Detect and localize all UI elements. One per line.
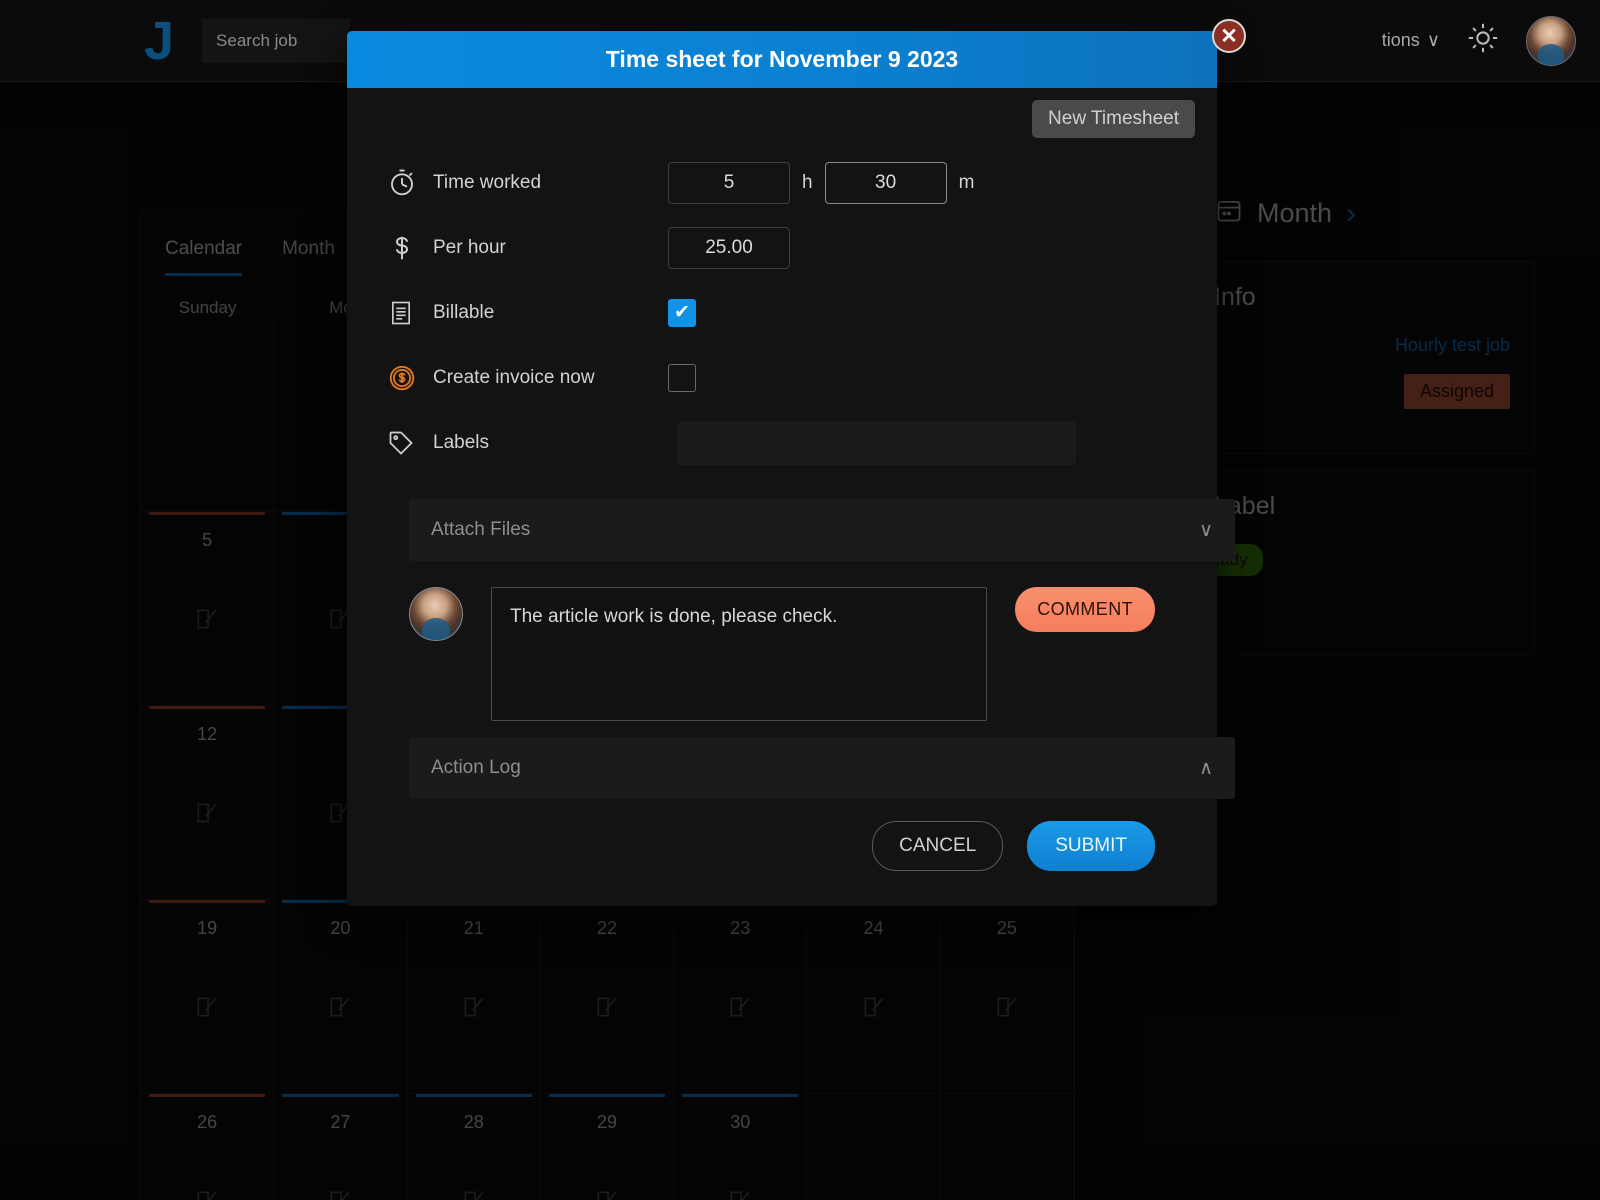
search-placeholder: Search job — [216, 30, 298, 50]
billable-row: Billable ✔ — [387, 280, 1177, 345]
close-icon[interactable]: ✕ — [1212, 19, 1246, 53]
attach-files-accordion[interactable]: Attach Files ∨ — [409, 499, 1235, 561]
action-log-label: Action Log — [431, 757, 521, 778]
actions-dropdown[interactable]: tions ∨ — [1382, 30, 1440, 51]
nav-right-group: tions ∨ — [1382, 15, 1576, 66]
minutes-unit-label: m — [958, 171, 975, 193]
labels-row: Labels — [387, 410, 1177, 475]
modal-header: Time sheet for November 9 2023 — [347, 31, 1217, 88]
avatar[interactable] — [1526, 15, 1576, 66]
billable-checkbox[interactable]: ✔ — [668, 298, 696, 327]
comment-area: The article work is done, please check. … — [387, 561, 1177, 731]
chevron-down-icon: ∨ — [1199, 519, 1213, 541]
timesheet-modal: Time sheet for November 9 2023 ✕ New Tim… — [347, 19, 1246, 906]
create-invoice-checkbox[interactable] — [668, 363, 696, 392]
chevron-down-icon: ∨ — [1426, 30, 1440, 50]
time-worked-label: Time worked — [433, 171, 542, 193]
app-root: J Search job Ad — [0, 0, 1600, 1200]
app-logo[interactable]: J — [144, 14, 174, 68]
new-timesheet-tooltip: New Timesheet — [1032, 100, 1195, 138]
hours-input[interactable] — [668, 161, 790, 204]
sun-icon[interactable] — [1466, 21, 1500, 60]
actions-label: tions — [1381, 30, 1420, 50]
comment-textarea[interactable]: The article work is done, please check. — [491, 587, 988, 721]
commenter-avatar — [409, 587, 463, 641]
chevron-up-icon: ∧ — [1199, 757, 1213, 779]
labels-label: Labels — [433, 431, 489, 453]
tag-icon — [387, 429, 433, 457]
per-hour-input[interactable] — [668, 226, 790, 269]
create-invoice-label: Create invoice now — [433, 366, 595, 388]
action-log-accordion[interactable]: Action Log ∧ — [409, 737, 1235, 799]
stopwatch-icon — [387, 168, 433, 198]
dollar-icon — [387, 233, 433, 263]
per-hour-row: Per hour — [387, 215, 1177, 280]
hours-unit-label: h — [802, 171, 813, 193]
per-hour-label: Per hour — [433, 236, 506, 258]
minutes-input[interactable] — [824, 161, 947, 204]
modal-body: New Timesheet Time worked h m Per hour — [347, 88, 1235, 871]
modal-footer: CANCEL SUBMIT — [387, 799, 1177, 871]
modal-title: Time sheet for November 9 2023 — [605, 46, 959, 72]
submit-button[interactable]: SUBMIT — [1027, 821, 1155, 871]
billable-label: Billable — [433, 301, 495, 323]
attach-files-label: Attach Files — [431, 519, 531, 540]
receipt-icon — [387, 299, 433, 327]
comment-button[interactable]: COMMENT — [1015, 587, 1155, 632]
labels-input[interactable] — [678, 420, 1076, 465]
coin-dollar-icon — [387, 363, 433, 393]
create-invoice-row: Create invoice now — [387, 345, 1177, 410]
search-input[interactable]: Search job — [202, 18, 351, 63]
cancel-button[interactable]: CANCEL — [872, 821, 1004, 871]
time-worked-row: Time worked h m — [387, 150, 1177, 215]
